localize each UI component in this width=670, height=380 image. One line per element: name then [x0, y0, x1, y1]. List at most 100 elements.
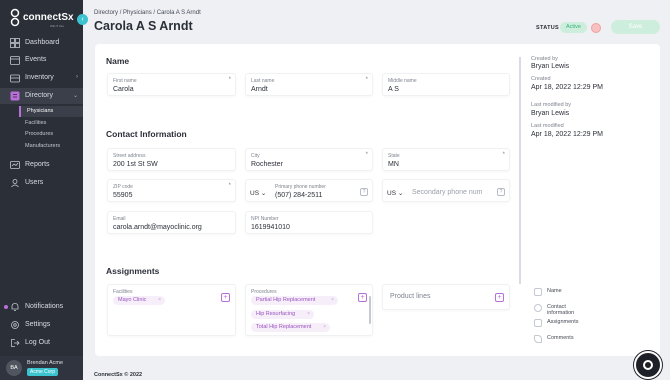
- city-field[interactable]: City * Rochester: [245, 148, 373, 171]
- comments-icon: [534, 335, 542, 343]
- country-code-value: US: [387, 190, 397, 197]
- email-field[interactable]: Email carola.arndt@mayoclinic.org: [107, 211, 236, 234]
- sidebar-item-logout[interactable]: Log Out: [0, 335, 83, 351]
- product-lines-box[interactable]: Product lines +: [382, 284, 510, 310]
- chevron-down-icon: ⌄: [72, 93, 78, 99]
- field-value: Carola: [113, 86, 134, 93]
- field-label: State: [388, 153, 400, 159]
- sidebar-item-users[interactable]: Users: [0, 175, 83, 191]
- gear-icon: [11, 321, 19, 329]
- sidebar-item-label: Reports: [25, 161, 50, 168]
- sidebar-item-label: Events: [25, 56, 47, 63]
- logo[interactable]: connectSx WE IT ALL: [10, 8, 74, 30]
- middle-name-field[interactable]: Middle name A S: [382, 73, 510, 96]
- procedure-chip: Hip Resurfacing ×: [251, 310, 314, 319]
- field-value: Arndt: [251, 86, 268, 93]
- street-address-field[interactable]: Street address 200 1st St SW: [107, 148, 236, 171]
- field-label: ZIP code: [113, 184, 133, 190]
- breadcrumb-separator: /: [119, 10, 122, 16]
- chip-label: Partial Hip Replacement: [256, 297, 316, 303]
- remove-chip-icon[interactable]: ×: [307, 310, 310, 319]
- sidebar-item-events[interactable]: Events: [0, 52, 83, 68]
- npi-number-field[interactable]: NPI Number 1619941010: [245, 211, 373, 234]
- remove-chip-icon[interactable]: ×: [331, 296, 334, 305]
- zip-code-field[interactable]: ZIP code * 55905: [107, 179, 236, 202]
- collapse-sidebar-button[interactable]: ‹: [77, 14, 88, 25]
- sidebar-item-label: Users: [25, 179, 44, 186]
- status-toggle[interactable]: [591, 23, 601, 33]
- breadcrumb-directory[interactable]: Directory: [94, 10, 118, 16]
- chevron-down-icon: ⌄: [397, 190, 404, 197]
- directory-icon: [10, 91, 20, 101]
- chip-label: Hip Resurfacing: [256, 311, 296, 317]
- secondary-phone-field[interactable]: US ⌄ Secondary phone num ?: [382, 179, 510, 202]
- created-by-value: Bryan Lewis: [531, 63, 570, 70]
- add-facility-button[interactable]: +: [221, 293, 230, 302]
- procedures-scrollbar[interactable]: [369, 296, 371, 324]
- logout-icon: [11, 339, 20, 347]
- sidebar-item-inventory[interactable]: Inventory ›: [0, 70, 83, 86]
- product-lines-placeholder: Product lines: [390, 293, 431, 300]
- help-chat-button[interactable]: [634, 351, 662, 379]
- sidebar-subitem-manufacturers[interactable]: Manufacturers: [19, 141, 83, 152]
- logo-text: connectSx: [23, 12, 74, 23]
- chevron-left-icon: ‹: [81, 16, 84, 23]
- status-label: STATUS: [536, 25, 559, 31]
- sidebar-subitem-facilities[interactable]: Facilities: [19, 118, 83, 129]
- procedures-box: Procedures + Partial Hip Replacement × H…: [245, 284, 373, 336]
- help-icon[interactable]: ?: [360, 188, 368, 196]
- field-value: MN: [388, 161, 399, 168]
- user-profile[interactable]: BA Brendan Acme Acme Corp: [0, 356, 83, 380]
- toc-label: Assignments: [547, 319, 579, 325]
- required-marker: *: [228, 77, 231, 83]
- breadcrumb: Directory / Physicians / Carola A S Arnd…: [94, 10, 201, 16]
- section-assignments-heading: Assignments: [106, 266, 160, 276]
- field-value: (507) 284-2511: [275, 192, 323, 199]
- add-product-line-button[interactable]: +: [495, 293, 504, 302]
- country-code-select[interactable]: US ⌄: [387, 189, 403, 197]
- sidebar-item-label: Dashboard: [25, 39, 60, 46]
- last-modified-label: Last modified: [531, 123, 564, 129]
- help-icon[interactable]: ?: [497, 188, 505, 196]
- save-button[interactable]: Save: [611, 20, 660, 34]
- field-label: NPI Number: [251, 216, 279, 222]
- field-value: Rochester: [251, 161, 283, 168]
- bell-icon: [11, 303, 19, 311]
- section-name-heading: Name: [106, 56, 130, 66]
- remove-chip-icon[interactable]: ×: [323, 323, 326, 332]
- user-org-badge: Acme Corp: [27, 368, 59, 376]
- sidebar-item-dashboard[interactable]: Dashboard: [0, 35, 83, 51]
- first-name-field[interactable]: First name * Carola: [107, 73, 236, 96]
- users-icon: [11, 179, 19, 188]
- sidebar-item-label: Directory: [25, 92, 54, 99]
- primary-phone-field[interactable]: US ⌄ Primary phone number (507) 284-2511…: [245, 179, 373, 202]
- country-code-select[interactable]: US ⌄: [250, 189, 266, 197]
- page-title: Carola A S Arndt: [94, 19, 193, 33]
- sidebar-subitem-procedures[interactable]: Procedures: [19, 129, 83, 140]
- sidebar-item-notifications[interactable]: Notifications: [0, 299, 83, 315]
- sidebar-subitem-physicians[interactable]: Physicians: [19, 106, 83, 117]
- field-label: Email: [113, 216, 126, 222]
- last-name-field[interactable]: Last name * Arndt: [245, 73, 373, 96]
- facility-chip: Mayo Clinic ×: [113, 296, 165, 305]
- add-procedure-button[interactable]: +: [358, 293, 367, 302]
- procedure-chip: Total Hip Replacement ×: [251, 323, 330, 332]
- sidebar-item-label: Inventory: [25, 74, 54, 81]
- user-name: Brendan Acme: [27, 360, 64, 366]
- footer-copyright: ConnectSx © 2022: [94, 372, 143, 378]
- breadcrumb-physicians[interactable]: Physicians: [123, 10, 152, 16]
- sidebar-item-reports[interactable]: Reports: [0, 157, 83, 173]
- sidebar-item-settings[interactable]: Settings: [0, 317, 83, 333]
- remove-chip-icon[interactable]: ×: [158, 296, 161, 305]
- sidebar: connectSx WE IT ALL Dashboard Events Inv…: [0, 0, 83, 380]
- last-modified-by-label: Last modified by: [531, 102, 572, 108]
- content-scrollbar[interactable]: [519, 57, 521, 284]
- toc-label: Name: [547, 288, 562, 294]
- field-label: Last name: [251, 78, 275, 84]
- state-field[interactable]: State * MN: [382, 148, 510, 171]
- inventory-icon: [10, 74, 20, 83]
- required-marker: *: [502, 152, 505, 158]
- sidebar-item-directory[interactable]: Directory ⌄: [0, 88, 83, 104]
- field-value: 55905: [113, 192, 133, 199]
- field-value: carola.arndt@mayoclinic.org: [113, 224, 202, 231]
